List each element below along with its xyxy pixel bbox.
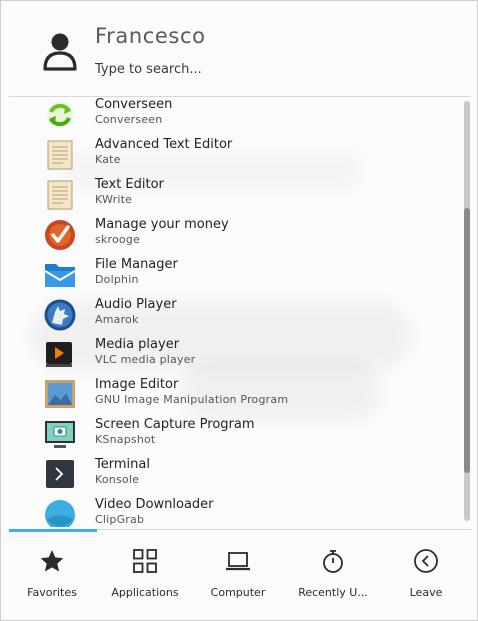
app-name: Video Downloader [95,497,214,512]
app-generic-name: Dolphin [95,273,139,286]
star-icon [40,550,64,572]
back-circle-icon [414,549,438,573]
tab-label: Leave [409,586,443,599]
app-name: Screen Capture Program [95,417,255,432]
list-item-gimp[interactable]: Image Editor GNU Image Manipulation Prog… [1,372,461,412]
tab-recently-used[interactable]: Recently U... [287,532,379,620]
app-name: Media player [95,337,180,352]
app-generic-name: VLC media player [95,353,196,366]
list-item-ksnapshot[interactable]: Screen Capture Program KSnapshot [1,412,461,452]
list-item-converseen[interactable]: Converseen Converseen [1,97,461,132]
launcher-header: Francesco [1,1,477,97]
app-generic-name: Konsole [95,473,140,486]
tab-label: Computer [210,586,266,599]
gimp-icon [45,380,75,408]
app-name: File Manager [95,257,178,272]
app-name: Text Editor [95,177,164,192]
tab-label: Applications [111,586,179,599]
scrollbar-thumb[interactable] [464,208,470,473]
list-item-skrooge[interactable]: Manage your money skrooge [1,212,461,252]
launcher-tabs: Favorites Applications Computer Recently… [1,532,477,620]
kate-icon [47,140,73,170]
tab-leave[interactable]: Leave [383,532,469,620]
app-generic-name: ClipGrab [95,513,145,526]
list-item-clipgrab[interactable]: Video Downloader ClipGrab [1,492,461,527]
favorites-list: Converseen Converseen Advanced Text Edit… [1,97,461,527]
dolphin-icon [44,264,76,287]
tab-label: Recently U... [298,586,368,599]
converseen-icon [47,102,73,128]
app-name: Audio Player [95,297,177,312]
list-item-vlc[interactable]: Media player VLC media player [1,332,461,372]
laptop-icon [226,552,250,571]
list-item-konsole[interactable]: Terminal Konsole [1,452,461,492]
app-name: Manage your money [95,217,229,232]
application-launcher: Francesco Converseen Converseen [0,0,478,621]
ksnapshot-icon [45,421,75,448]
skrooge-icon [45,220,75,250]
app-generic-name: GNU Image Manipulation Program [95,393,289,406]
app-generic-name: KWrite [95,193,133,206]
tab-favorites[interactable]: Favorites [9,532,95,620]
app-generic-name: Amarok [95,313,139,326]
tab-applications[interactable]: Applications [99,532,191,620]
grid-icon [133,549,157,573]
clipgrab-icon [45,500,75,527]
amarok-icon [44,299,76,331]
app-generic-name: KSnapshot [95,433,156,446]
app-name: Terminal [95,457,150,472]
tab-computer[interactable]: Computer [195,532,281,620]
kwrite-icon [47,180,73,210]
app-generic-name: Kate [95,153,121,166]
search-input[interactable] [95,59,455,79]
konsole-icon [46,460,74,488]
user-name: Francesco [95,24,206,48]
list-item-amarok[interactable]: Audio Player Amarok [1,292,461,332]
app-name: Advanced Text Editor [95,137,233,152]
vlc-icon [46,342,72,367]
app-name: Image Editor [95,377,179,392]
user-avatar-icon[interactable] [41,31,79,71]
app-name: Converseen [95,97,173,112]
list-item-dolphin[interactable]: File Manager Dolphin [1,252,461,292]
app-generic-name: Converseen [95,113,163,126]
app-generic-name: skrooge [95,233,140,246]
tab-label: Favorites [27,586,77,599]
list-item-kate[interactable]: Advanced Text Editor Kate [1,132,461,172]
list-item-kwrite[interactable]: Text Editor KWrite [1,172,461,212]
clock-icon [323,550,343,573]
